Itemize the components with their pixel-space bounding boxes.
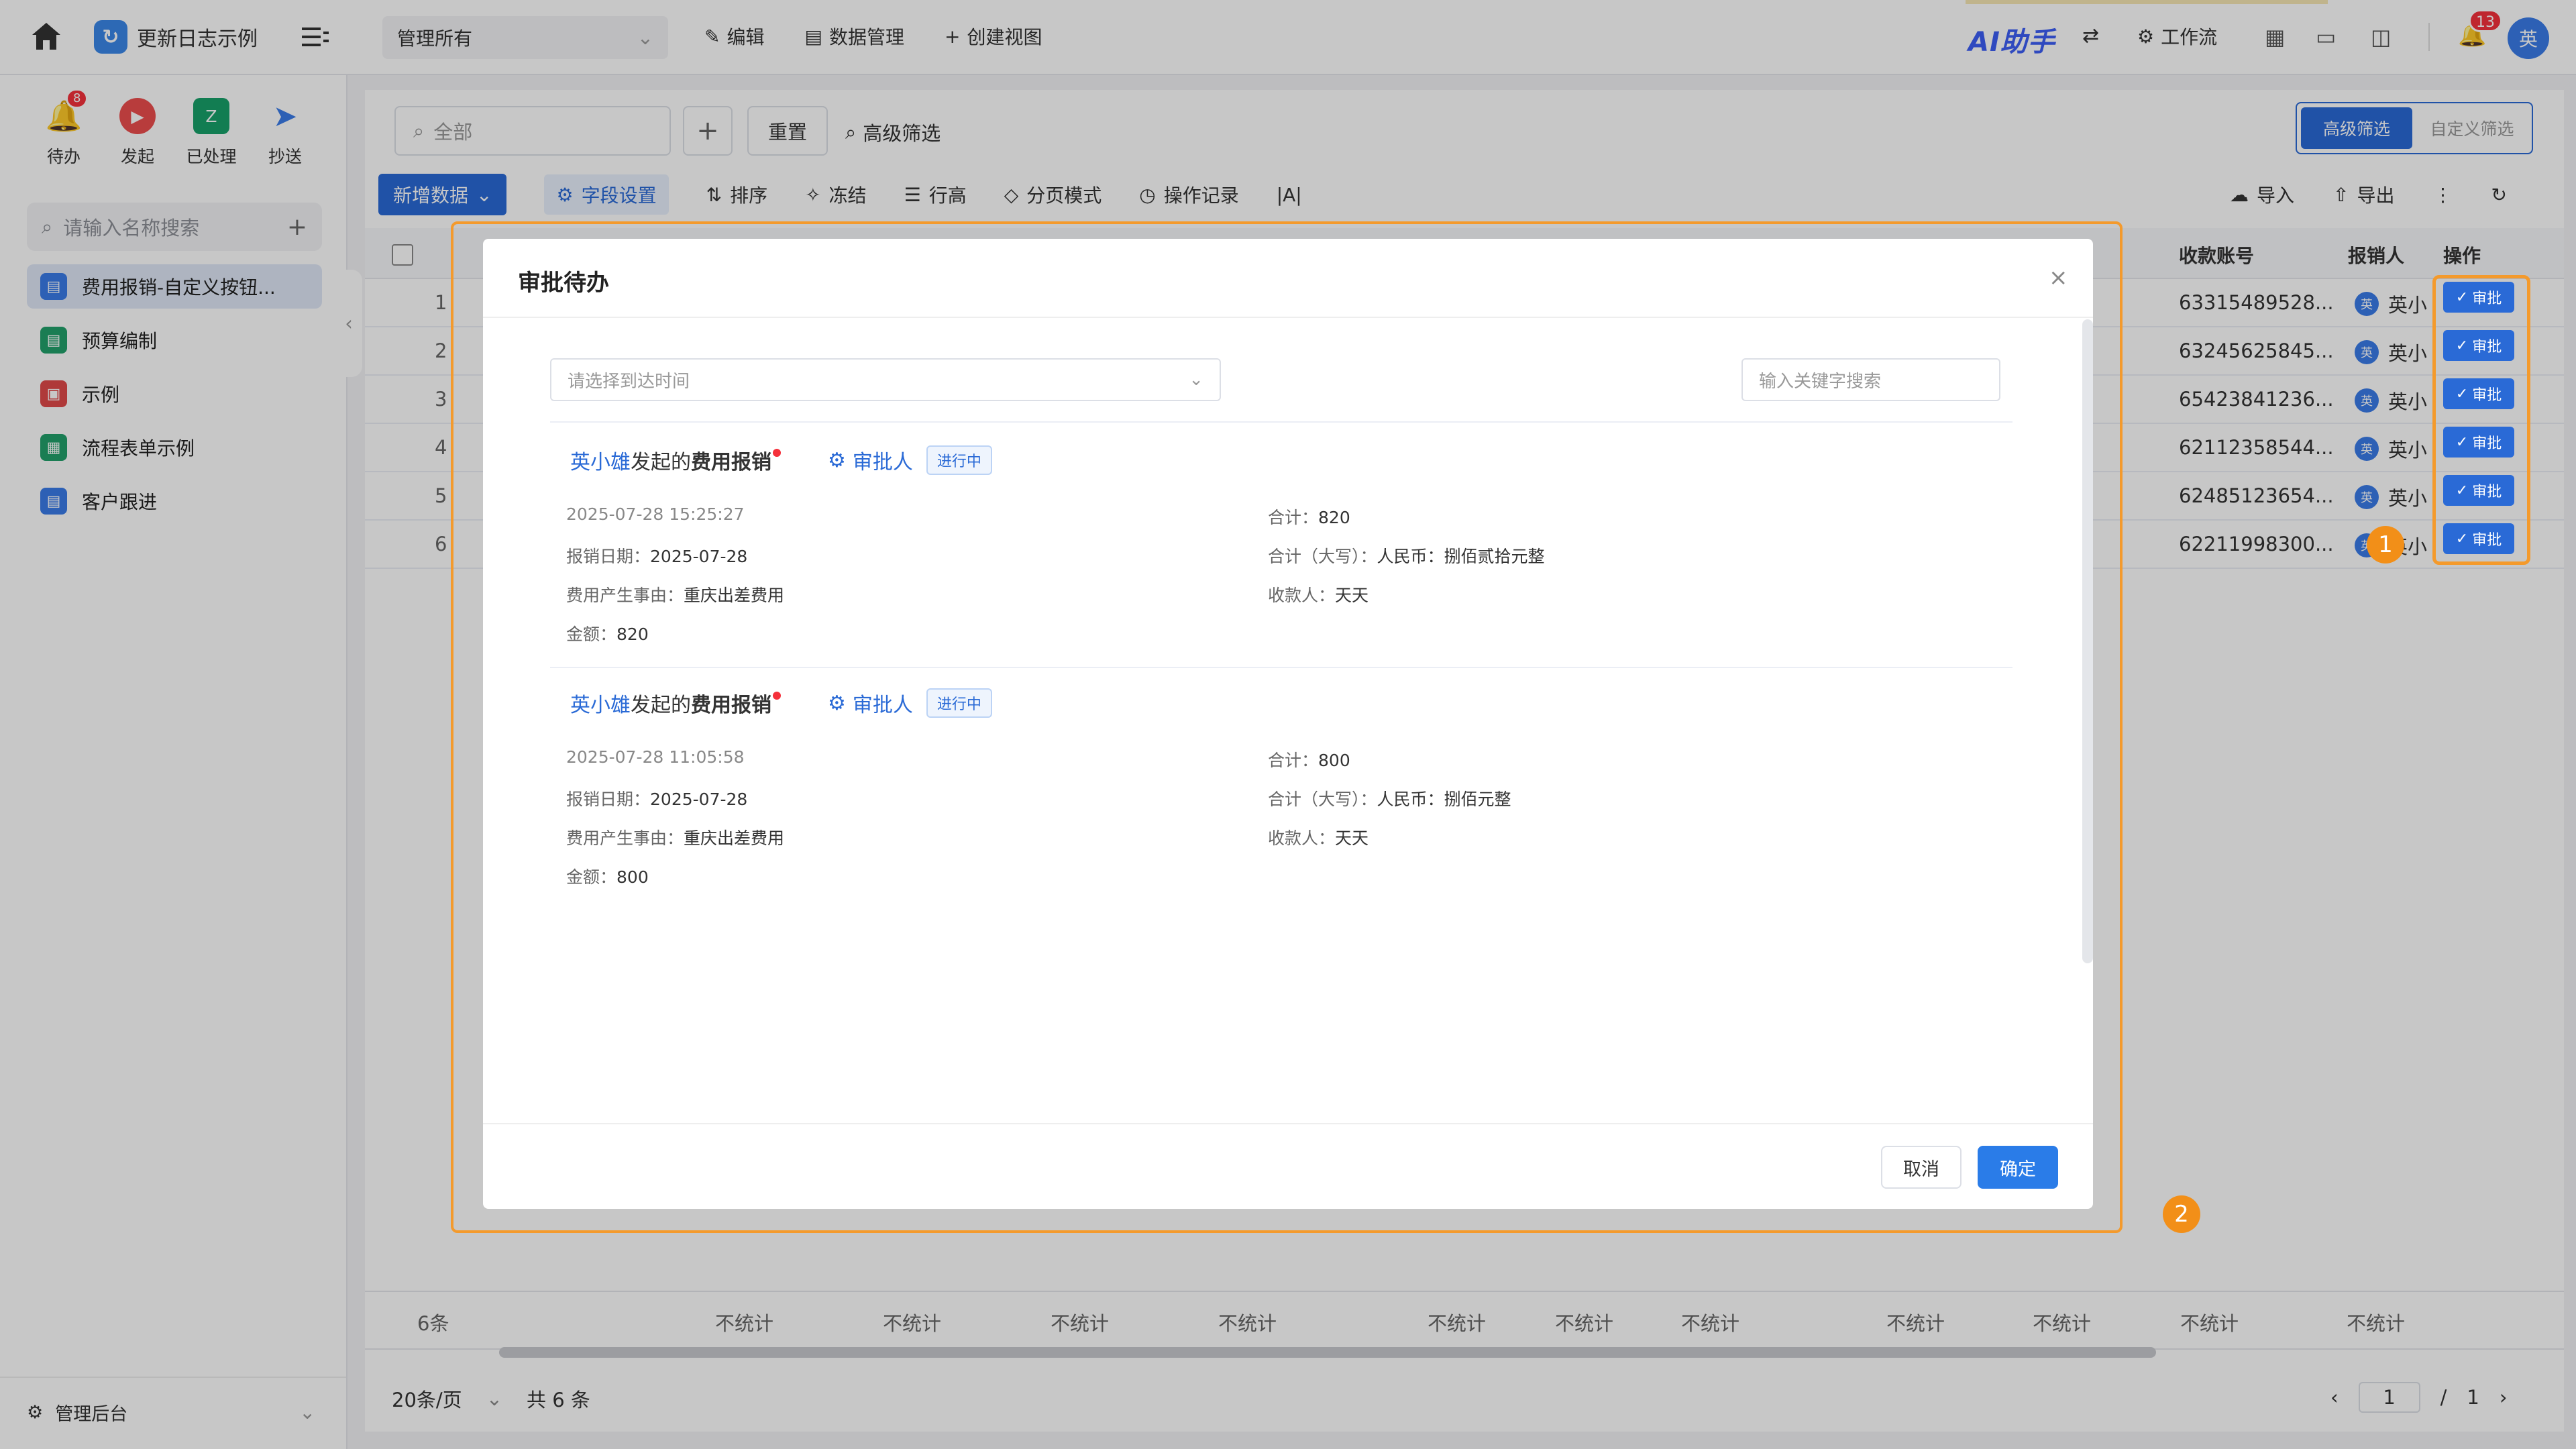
- field-total: 合计：820: [1268, 504, 1350, 529]
- field-upper: 合计（大写）：人民币：捌佰贰拾元整: [1268, 543, 1545, 568]
- arrival-time-select[interactable]: 请选择到达时间 ⌄: [550, 358, 1221, 401]
- total-value: 820: [1318, 508, 1350, 527]
- divider: [483, 317, 2093, 318]
- field-payee: 收款人：天天: [1268, 825, 1368, 849]
- upper-value: 人民币：捌佰贰拾元整: [1377, 547, 1545, 566]
- keyword-search-input[interactable]: 输入关键字搜索: [1741, 358, 2000, 401]
- unread-dot-icon: [773, 449, 781, 457]
- status-badge: 进行中: [926, 688, 992, 718]
- modal-title: 审批待办: [518, 270, 609, 297]
- keyword-placeholder: 输入关键字搜索: [1759, 371, 1882, 392]
- payee-value: 天天: [1335, 828, 1369, 848]
- amount-value: 800: [616, 867, 649, 887]
- approve-label: 审批: [2472, 339, 2502, 356]
- upper-key: 合计（大写）：: [1268, 547, 1377, 566]
- reason-key: 费用产生事由：: [566, 828, 684, 848]
- date-key: 报销日期：: [566, 547, 651, 566]
- payee-key: 收款人：: [1268, 828, 1336, 848]
- unread-dot-icon: [773, 692, 781, 700]
- initiated-text: 发起的: [631, 694, 691, 717]
- role-icon: ⚙: [828, 691, 846, 715]
- upper-key: 合计（大写）：: [1268, 790, 1377, 809]
- approve-button[interactable]: ✓ 审批: [2443, 378, 2514, 409]
- total-key: 合计：: [1268, 751, 1319, 770]
- reason-value: 重庆出差费用: [684, 828, 785, 848]
- approve-button[interactable]: ✓ 审批: [2443, 427, 2514, 458]
- highlight-approve-column: [2432, 275, 2530, 565]
- field-reason: 费用产生事由：重庆出差费用: [566, 582, 784, 606]
- check-icon: ✓: [2455, 385, 2469, 402]
- field-date: 报销日期：2025-07-28: [566, 543, 747, 568]
- date-value: 2025-07-28: [650, 547, 748, 566]
- callout-2: 2: [2163, 1195, 2200, 1233]
- total-value: 800: [1318, 751, 1350, 770]
- approval-modal: 审批待办 × 请选择到达时间 ⌄ 输入关键字搜索 英小雄 发起的 费用报销 ⚙ 审批人进…: [483, 239, 2093, 1209]
- arrival-time-placeholder: 请选择到达时间: [568, 371, 690, 392]
- status-badge: 进行中: [926, 445, 992, 475]
- role-label: 审批人: [852, 451, 913, 474]
- reason-key: 费用产生事由：: [566, 586, 684, 605]
- arrival-time: 2025-07-28 15:25:27: [566, 504, 745, 524]
- cancel-button[interactable]: 取消: [1881, 1146, 1962, 1189]
- approve-button[interactable]: ✓ 审批: [2443, 282, 2514, 313]
- approve-label: 审批: [2472, 532, 2502, 549]
- date-value: 2025-07-28: [650, 790, 748, 809]
- approve-label: 审批: [2472, 290, 2502, 307]
- form-name: 费用报销: [691, 451, 771, 474]
- field-upper: 合计（大写）：人民币：捌佰元整: [1268, 786, 1511, 810]
- payee-value: 天天: [1335, 586, 1369, 605]
- total-key: 合计：: [1268, 508, 1319, 527]
- upper-value: 人民币：捌佰元整: [1377, 790, 1511, 809]
- callout-1: 1: [2367, 526, 2404, 564]
- approval-card[interactable]: 英小雄 发起的 费用报销 ⚙ 审批人 进行中 2025-07-28 15:25:27 报销日期…: [550, 431, 2012, 672]
- date-key: 报销日期：: [566, 790, 651, 809]
- role-icon: ⚙: [828, 448, 846, 472]
- divider: [483, 1123, 2093, 1124]
- approve-button[interactable]: ✓ 审批: [2443, 475, 2514, 506]
- field-reason: 费用产生事由：重庆出差费用: [566, 825, 784, 849]
- modal-scrollbar[interactable]: [2082, 319, 2093, 963]
- initiator-name[interactable]: 英小雄: [570, 688, 631, 718]
- approve-label: 审批: [2472, 435, 2502, 452]
- initiated-text: 发起的: [631, 451, 691, 474]
- check-icon: ✓: [2455, 530, 2469, 547]
- field-date: 报销日期：2025-07-28: [566, 786, 747, 810]
- amount-value: 820: [616, 625, 649, 644]
- amount-key: 金额：: [566, 867, 617, 887]
- approve-label: 审批: [2472, 387, 2502, 404]
- reason-value: 重庆出差费用: [684, 586, 785, 605]
- form-name: 费用报销: [691, 694, 771, 717]
- check-icon: ✓: [2455, 482, 2469, 499]
- payee-key: 收款人：: [1268, 586, 1336, 605]
- check-icon: ✓: [2455, 337, 2469, 354]
- field-payee: 收款人：天天: [1268, 582, 1368, 606]
- check-icon: ✓: [2455, 433, 2469, 451]
- initiator-name[interactable]: 英小雄: [570, 445, 631, 475]
- approve-button[interactable]: ✓ 审批: [2443, 330, 2514, 361]
- field-amount: 金额：820: [566, 621, 649, 645]
- field-total: 合计：800: [1268, 747, 1350, 771]
- field-amount: 金额：800: [566, 864, 649, 888]
- divider: [550, 667, 2012, 668]
- approval-card[interactable]: 英小雄 发起的 费用报销 ⚙ 审批人 进行中 2025-07-28 11:05:58 报销日期…: [550, 674, 2012, 915]
- approve-button[interactable]: ✓ 审批: [2443, 523, 2514, 554]
- amount-key: 金额：: [566, 625, 617, 644]
- arrival-time: 2025-07-28 11:05:58: [566, 747, 745, 767]
- role-label: 审批人: [852, 694, 913, 717]
- check-icon: ✓: [2455, 288, 2469, 306]
- confirm-button[interactable]: 确定: [1978, 1146, 2058, 1189]
- close-icon[interactable]: ×: [2049, 264, 2068, 291]
- divider: [550, 421, 2012, 423]
- approve-label: 审批: [2472, 484, 2502, 500]
- chevron-down-icon: ⌄: [1189, 370, 1203, 390]
